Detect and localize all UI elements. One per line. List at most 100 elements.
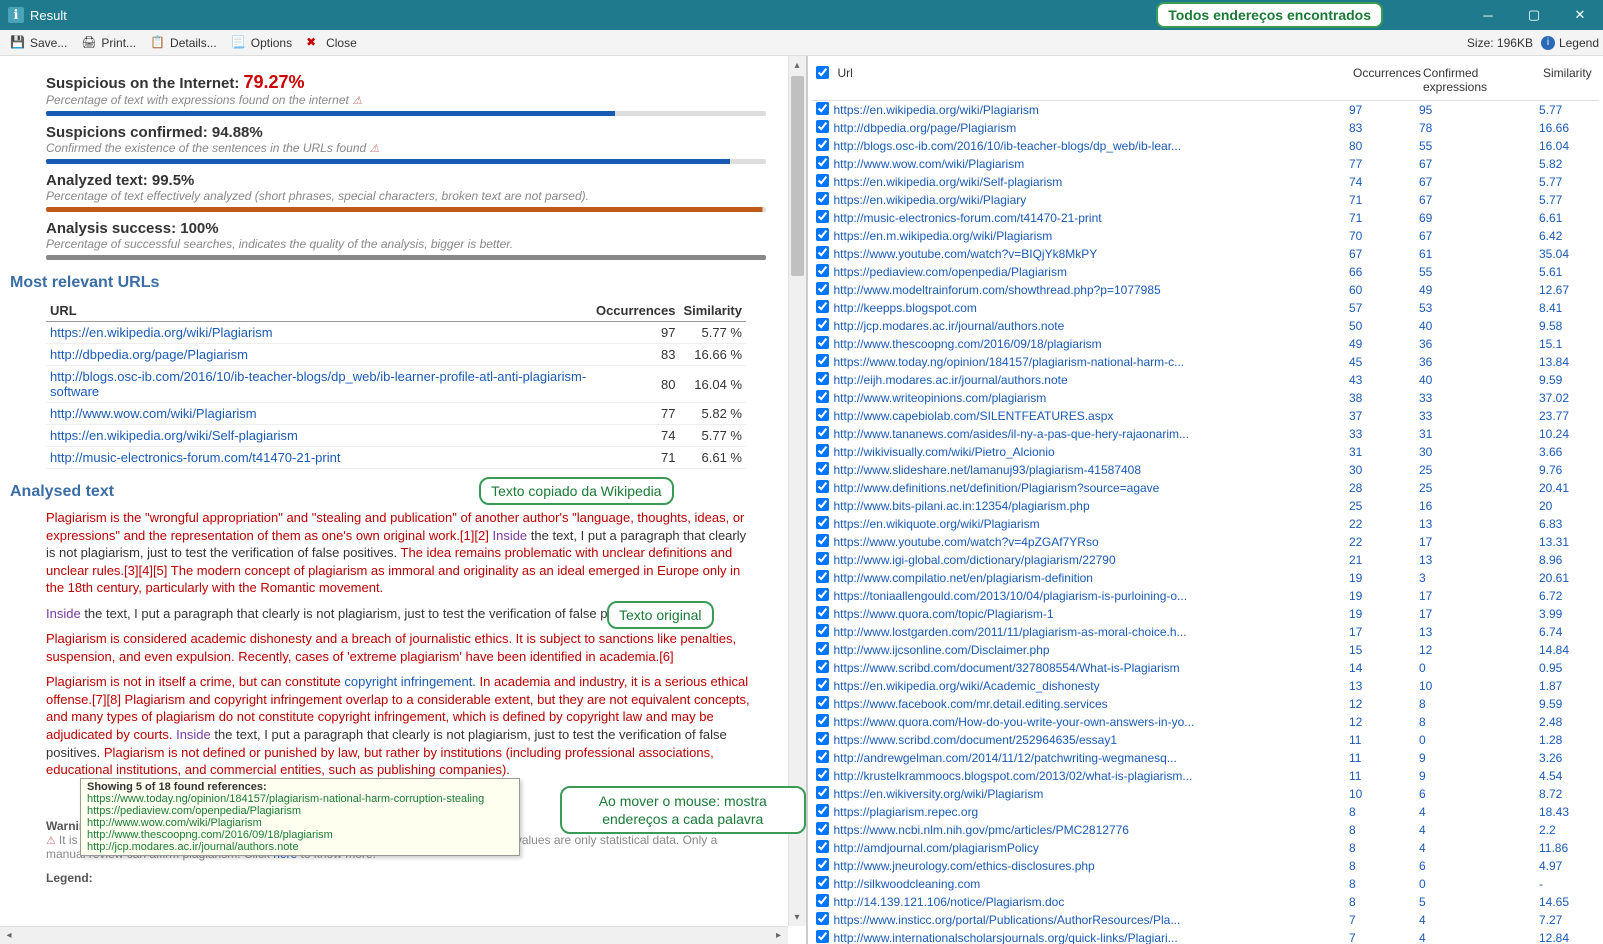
check-all[interactable] xyxy=(816,66,829,79)
url-link[interactable]: https://en.wikipedia.org/wiki/Plagiarism xyxy=(50,325,273,340)
row-checkbox[interactable] xyxy=(816,912,829,925)
col-occurrences[interactable]: Occurrences xyxy=(592,300,680,322)
tooltip-link[interactable]: http://www.wow.com/wiki/Plagiarism xyxy=(87,817,513,829)
row-checkbox[interactable] xyxy=(816,642,829,655)
row-checkbox[interactable] xyxy=(816,138,829,151)
grid-url-link[interactable]: http://www.igi-global.com/dictionary/pla… xyxy=(834,553,1116,567)
grid-url-link[interactable]: http://www.tananews.com/asides/il-ny-a-p… xyxy=(834,427,1189,441)
row-checkbox[interactable] xyxy=(816,228,829,241)
grid-url-link[interactable]: https://en.m.wikipedia.org/wiki/Plagiari… xyxy=(834,229,1053,243)
grid-url-link[interactable]: http://www.wow.com/wiki/Plagiarism xyxy=(834,157,1025,171)
grid-url-link[interactable]: http://jcp.modares.ac.ir/journal/authors… xyxy=(834,319,1065,333)
grid-url-link[interactable]: https://www.scribd.com/document/25296463… xyxy=(834,733,1118,747)
row-checkbox[interactable] xyxy=(816,210,829,223)
close-window-button[interactable]: ✕ xyxy=(1557,0,1603,30)
row-checkbox[interactable] xyxy=(816,804,829,817)
grid-url-link[interactable]: http://www.lostgarden.com/2011/11/plagia… xyxy=(834,625,1187,639)
legend-button[interactable]: iLegend xyxy=(1541,36,1599,50)
grid-url-link[interactable]: http://wikivisually.com/wiki/Pietro_Alci… xyxy=(834,445,1055,459)
grid-url-link[interactable]: https://www.ncbi.nlm.nih.gov/pmc/article… xyxy=(834,823,1129,837)
grid-url-link[interactable]: https://www.facebook.com/mr.detail.editi… xyxy=(834,697,1108,711)
grid-url-link[interactable]: http://blogs.osc-ib.com/2016/10/ib-teach… xyxy=(834,139,1182,153)
row-checkbox[interactable] xyxy=(816,750,829,763)
row-checkbox[interactable] xyxy=(816,426,829,439)
row-checkbox[interactable] xyxy=(816,660,829,673)
row-checkbox[interactable] xyxy=(816,156,829,169)
grid-url-link[interactable]: http://eijh.modares.ac.ir/journal/author… xyxy=(834,373,1068,387)
row-checkbox[interactable] xyxy=(816,102,829,115)
grid-url-link[interactable]: https://www.youtube.com/watch?v=4pZGAf7Y… xyxy=(834,535,1099,549)
row-checkbox[interactable] xyxy=(816,174,829,187)
grid-url-link[interactable]: http://www.definitions.net/definition/Pl… xyxy=(834,481,1160,495)
grid-url-link[interactable]: http://dbpedia.org/page/Plagiarism xyxy=(834,121,1017,135)
col-checkbox[interactable] xyxy=(812,64,834,96)
grid-url-link[interactable]: https://en.wikipedia.org/wiki/Academic_d… xyxy=(834,679,1100,693)
row-checkbox[interactable] xyxy=(816,480,829,493)
row-checkbox[interactable] xyxy=(816,264,829,277)
row-checkbox[interactable] xyxy=(816,732,829,745)
url-link[interactable]: http://music-electronics-forum.com/t4147… xyxy=(50,450,340,465)
row-checkbox[interactable] xyxy=(816,858,829,871)
row-checkbox[interactable] xyxy=(816,372,829,385)
details-button[interactable]: 📋Details... xyxy=(144,33,223,53)
grid-url-link[interactable]: http://keepps.blogspot.com xyxy=(834,301,977,315)
grid-url-link[interactable]: https://toniaallengould.com/2013/10/04/p… xyxy=(834,589,1188,603)
grid-url-link[interactable]: http://www.ijcsonline.com/Disclaimer.php xyxy=(834,643,1050,657)
row-checkbox[interactable] xyxy=(816,390,829,403)
row-checkbox[interactable] xyxy=(816,192,829,205)
row-checkbox[interactable] xyxy=(816,624,829,637)
grid-url-link[interactable]: http://14.139.121.106/notice/Plagiarism.… xyxy=(834,895,1065,909)
scrollbar-thumb[interactable] xyxy=(791,76,804,276)
grid-url-link[interactable]: https://www.insticc.org/portal/Publicati… xyxy=(834,913,1181,927)
tooltip-link[interactable]: https://www.today.ng/opinion/184157/plag… xyxy=(87,793,513,805)
row-checkbox[interactable] xyxy=(816,354,829,367)
grid-url-link[interactable]: https://www.quora.com/topic/Plagiarism-1 xyxy=(834,607,1054,621)
grid-url-link[interactable]: http://amdjournal.com/plagiarismPolicy xyxy=(834,841,1039,855)
row-checkbox[interactable] xyxy=(816,498,829,511)
row-checkbox[interactable] xyxy=(816,552,829,565)
scroll-left-icon[interactable]: ◂ xyxy=(0,927,18,944)
save-button[interactable]: 💾Save... xyxy=(4,33,73,53)
left-scrollbar-horizontal[interactable]: ◂ ▸ xyxy=(0,926,788,944)
grid-url-link[interactable]: https://www.today.ng/opinion/184157/plag… xyxy=(834,355,1185,369)
row-checkbox[interactable] xyxy=(816,336,829,349)
grid-url-link[interactable]: https://en.wikipedia.org/wiki/Plagiarism xyxy=(834,103,1039,117)
row-checkbox[interactable] xyxy=(816,822,829,835)
options-button[interactable]: 📃Options xyxy=(225,33,298,53)
grid-url-link[interactable]: http://krustelkrammoocs.blogspot.com/201… xyxy=(834,769,1193,783)
row-checkbox[interactable] xyxy=(816,786,829,799)
row-checkbox[interactable] xyxy=(816,318,829,331)
url-link[interactable]: http://blogs.osc-ib.com/2016/10/ib-teach… xyxy=(50,369,586,399)
url-link[interactable]: http://www.wow.com/wiki/Plagiarism xyxy=(50,406,257,421)
col-occurrences[interactable]: Occurrences xyxy=(1349,64,1419,96)
tooltip-link[interactable]: http://www.thescoopng.com/2016/09/18/pla… xyxy=(87,829,513,841)
grid-url-link[interactable]: http://www.writeopinions.com/plagiarism xyxy=(834,391,1047,405)
grid-url-link[interactable]: http://www.bits-pilani.ac.in:12354/plagi… xyxy=(834,499,1090,513)
row-checkbox[interactable] xyxy=(816,462,829,475)
grid-url-link[interactable]: http://silkwoodcleaning.com xyxy=(834,877,981,891)
row-checkbox[interactable] xyxy=(816,246,829,259)
grid-url-link[interactable]: https://en.wikiquote.org/wiki/Plagiarism xyxy=(834,517,1040,531)
col-url[interactable]: Url xyxy=(834,64,1350,96)
grid-url-link[interactable]: http://www.thescoopng.com/2016/09/18/pla… xyxy=(834,337,1102,351)
grid-url-link[interactable]: http://www.modeltrainforum.com/showthrea… xyxy=(834,283,1161,297)
grid-url-link[interactable]: https://plagiarism.repec.org xyxy=(834,805,979,819)
grid-url-link[interactable]: http://www.capebiolab.com/SILENTFEATURES… xyxy=(834,409,1114,423)
row-checkbox[interactable] xyxy=(816,714,829,727)
print-button[interactable]: 🖨Print... xyxy=(75,33,142,53)
minimize-button[interactable]: ─ xyxy=(1465,0,1511,30)
grid-url-link[interactable]: https://en.wikipedia.org/wiki/Plagiary xyxy=(834,193,1027,207)
row-checkbox[interactable] xyxy=(816,876,829,889)
url-link[interactable]: http://dbpedia.org/page/Plagiarism xyxy=(50,347,248,362)
row-checkbox[interactable] xyxy=(816,516,829,529)
row-checkbox[interactable] xyxy=(816,408,829,421)
grid-url-link[interactable]: https://pediaview.com/openpedia/Plagiari… xyxy=(834,265,1067,279)
close-button[interactable]: ✖Close xyxy=(300,33,363,53)
row-checkbox[interactable] xyxy=(816,768,829,781)
scroll-up-icon[interactable]: ▴ xyxy=(789,56,806,74)
row-checkbox[interactable] xyxy=(816,120,829,133)
row-checkbox[interactable] xyxy=(816,588,829,601)
tooltip-link[interactable]: https://pediaview.com/openpedia/Plagiari… xyxy=(87,805,513,817)
col-confirmed[interactable]: Confirmed expressions xyxy=(1419,64,1539,96)
grid-url-link[interactable]: https://www.scribd.com/document/32780855… xyxy=(834,661,1180,675)
